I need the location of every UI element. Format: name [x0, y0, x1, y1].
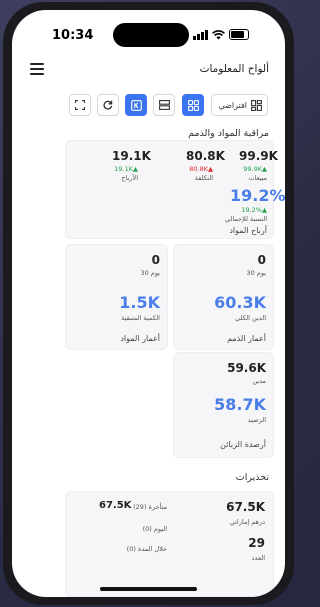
materials-profit-footer: أرباح المواد	[229, 226, 267, 235]
cost-label: التكلفة	[194, 174, 213, 182]
grid-layout-icon	[187, 99, 199, 111]
receivables-days-value: 0	[257, 253, 266, 267]
receivables-age-card[interactable]: 0 30 يوم 60.3K الدين الكلي أعمار الذمم	[173, 244, 274, 350]
alerts-card[interactable]: 67.5K درهم إماراتي 29 العدد متأخرة (29) …	[65, 491, 274, 597]
home-indicator	[100, 587, 197, 591]
phone-screen: 10:34 ألواح المعلومات افتراضي مراقبة الم…	[12, 10, 285, 597]
fullscreen-icon	[75, 100, 85, 110]
status-time: 10:34	[52, 28, 94, 43]
dynamic-island	[113, 23, 189, 47]
cost-change: 80.8K▲	[189, 165, 213, 173]
customers-debit-value: 59.6K	[227, 361, 266, 375]
alert-late-label: متأخرة (29)	[133, 503, 167, 511]
materials-days-value: 0	[151, 253, 160, 267]
wifi-icon	[212, 29, 225, 39]
phone-frame: 10:34 ألواح المعلومات افتراضي مراقبة الم…	[3, 2, 294, 605]
receivables-footer: أعمار الذمم	[227, 334, 266, 343]
refresh-button[interactable]	[97, 94, 119, 116]
view-selector[interactable]: افتراضي	[211, 94, 268, 116]
materials-main-label: الكمية المتبقية	[121, 314, 160, 322]
sales-change: 99.9K▲	[243, 165, 267, 173]
percent-label: النسبة للإجمالي	[224, 215, 267, 223]
alert-count-label: العدد	[251, 554, 265, 562]
percent-change: 19.2%▲	[241, 206, 267, 214]
alert-late-value: 67.5K	[99, 500, 132, 511]
fullscreen-button[interactable]	[69, 94, 91, 116]
refresh-icon	[103, 100, 113, 110]
receivables-main-label: الدين الكلي	[235, 314, 266, 322]
status-icons	[193, 29, 249, 40]
alert-aed-value: 67.5K	[226, 500, 265, 514]
customer-balances-card[interactable]: 59.6K مدين 58.7K الرصيد أرصدة الزبائن	[173, 352, 274, 458]
profit-value: 19.1K	[112, 149, 151, 163]
percent-value: 19.2%	[230, 186, 285, 205]
alert-within-label: خلال المدة (0)	[126, 545, 167, 553]
profit-change: 19.1K▲	[114, 165, 138, 173]
alert-aed-label: درهم إماراتي	[229, 518, 265, 526]
sales-label: مبيعات	[248, 174, 267, 182]
materials-age-footer: أعمار المواد	[120, 334, 160, 343]
materials-days-label: 30 يوم	[140, 269, 160, 277]
materials-profit-card[interactable]: 99.9K 99.9K▲ مبيعات 80.8K 80.8K▲ التكلفة…	[65, 140, 285, 239]
cost-value: 80.8K	[186, 149, 225, 163]
k-box-icon	[130, 99, 142, 111]
alert-count-value: 29	[248, 536, 265, 550]
status-bar: 10:34	[12, 10, 285, 56]
customers-balance-label: الرصيد	[247, 416, 266, 424]
materials-age-card[interactable]: 0 30 يوم 1.5K الكمية المتبقية أعمار المو…	[65, 244, 168, 350]
sales-value: 99.9K	[239, 149, 278, 163]
receivables-main-value: 60.3K	[214, 293, 266, 312]
grid-layout-button[interactable]	[182, 94, 204, 116]
receivables-days-label: 30 يوم	[246, 269, 266, 277]
k-view-button[interactable]	[125, 94, 147, 116]
signal-icon	[193, 29, 208, 40]
customers-debit-label: مدين	[252, 377, 266, 385]
materials-main-value: 1.5K	[119, 293, 160, 312]
dashboard-icon	[251, 99, 262, 111]
menu-icon[interactable]	[30, 63, 44, 75]
view-selector-label: افتراضي	[218, 100, 247, 110]
rows-layout-icon	[158, 100, 170, 110]
alerts-section-title: تحذيرات	[235, 472, 269, 483]
app-bar: ألواح المعلومات	[12, 56, 285, 90]
customers-footer: أرصدة الزبائن	[220, 440, 266, 449]
materials-section-title: مراقبة المواد والذمم	[188, 128, 269, 139]
dashboard-toolbar: افتراضي	[12, 94, 285, 118]
alert-today-label: اليوم (0)	[142, 525, 167, 533]
page-title: ألواح المعلومات	[199, 63, 269, 75]
battery-icon	[229, 29, 249, 40]
profit-label: الأرباح	[121, 174, 138, 182]
customers-balance-value: 58.7K	[214, 395, 266, 414]
rows-layout-button[interactable]	[153, 94, 175, 116]
